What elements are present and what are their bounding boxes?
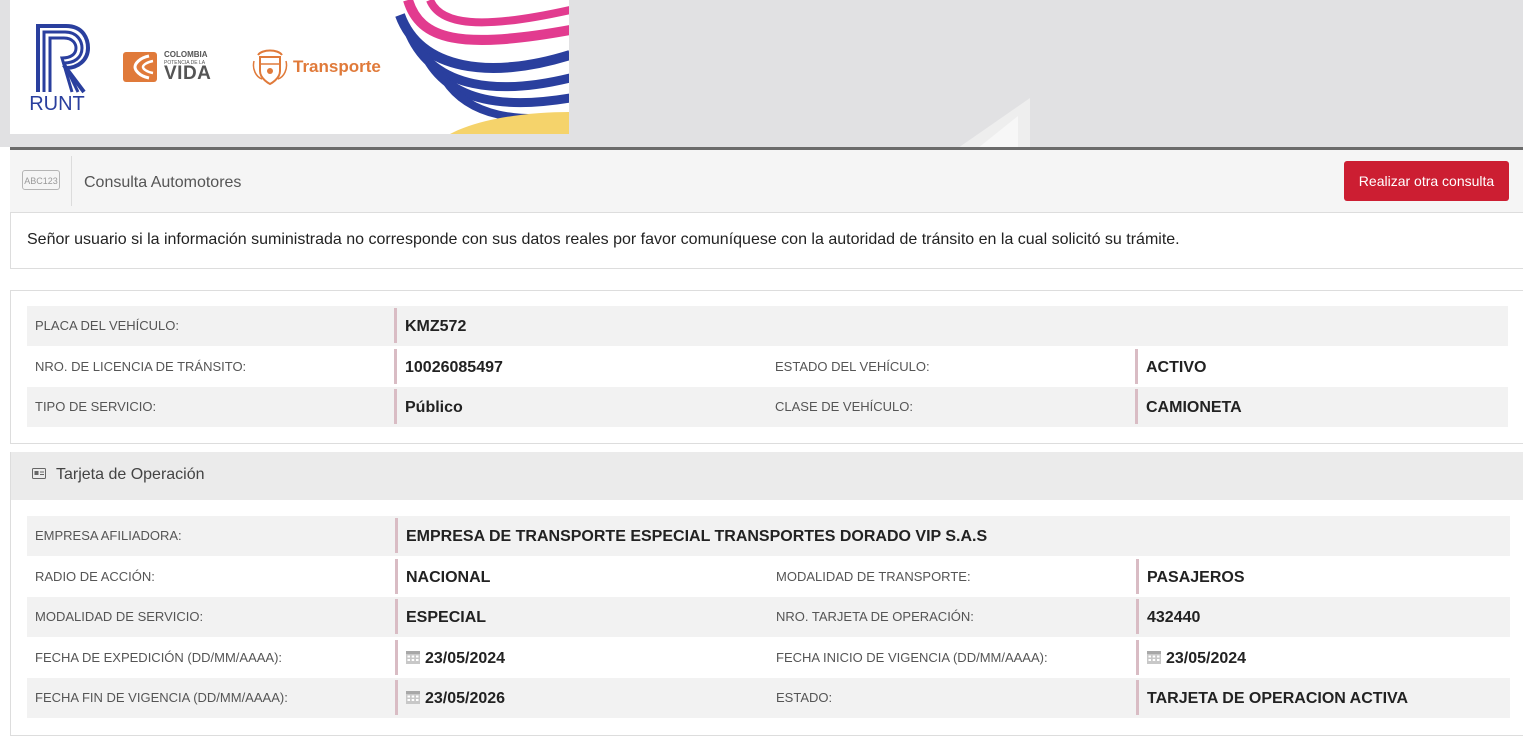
new-query-button[interactable]: Realizar otra consulta (1344, 161, 1509, 201)
fecha-expedicion-label: FECHA DE EXPEDICIÓN (DD/MM/AAAA): (35, 650, 283, 665)
table-row: FECHA FIN DE VIGENCIA (DD/MM/AAAA): 23/0… (27, 678, 1510, 718)
licencia-label: NRO. DE LICENCIA DE TRÁNSITO: (35, 359, 247, 374)
mod-transporte-value: PASAJEROS (1147, 569, 1245, 586)
servicio-label: TIPO DE SERVICIO: (35, 399, 157, 414)
fecha-fin-value: 23/05/2026 (425, 690, 506, 707)
fecha-inicio-value: 23/05/2024 (1166, 650, 1247, 667)
value-marker (395, 599, 398, 634)
table-row: TIPO DE SERVICIO: Público CLASE DE VEHÍC… (27, 387, 1508, 427)
fecha-inicio-label: FECHA INICIO DE VIGENCIA (DD/MM/AAAA): (776, 650, 1048, 665)
divider (71, 156, 72, 206)
value-marker (395, 518, 398, 553)
value-marker (394, 349, 397, 384)
mod-servicio-value: ESPECIAL (406, 609, 487, 626)
tarjeta-section-header: Tarjeta de Operación (10, 452, 1523, 500)
id-card-icon (32, 468, 46, 479)
value-marker (1135, 389, 1138, 424)
runt-wordmark: RUNT (29, 93, 85, 115)
nro-tarjeta-label: NRO. TARJETA DE OPERACIÓN: (776, 609, 974, 624)
calendar-icon (406, 651, 420, 664)
fecha-expedicion-value: 23/05/2024 (425, 650, 506, 667)
flag-waves-graphic (395, 0, 569, 134)
table-row: RADIO DE ACCIÓN: NACIONAL MODALIDAD DE T… (27, 557, 1510, 597)
fecha-expedicion-field: 23/05/2024 (406, 638, 505, 678)
colombia-coat-of-arms-icon (252, 49, 288, 86)
vida-text: VIDA (164, 63, 212, 84)
radio-label: RADIO DE ACCIÓN: (35, 569, 155, 584)
calendar-icon (406, 691, 420, 704)
estado-vehiculo-value: ACTIVO (1146, 359, 1207, 376)
notice-text: Señor usuario si la información suminist… (27, 231, 1180, 248)
clase-label: CLASE DE VEHÍCULO: (775, 399, 913, 414)
table-row: EMPRESA AFILIADORA: EMPRESA DE TRANSPORT… (27, 516, 1510, 556)
value-marker (395, 559, 398, 594)
value-marker (1135, 349, 1138, 384)
vehicle-info-panel: PLACA DEL VEHÍCULO: KMZ572 NRO. DE LICEN… (10, 290, 1523, 444)
colombia-text: COLOMBIA (164, 50, 208, 59)
user-notice: Señor usuario si la información suminist… (10, 213, 1523, 269)
table-row: PLACA DEL VEHÍCULO: KMZ572 (27, 306, 1508, 346)
estado-tarjeta-label: ESTADO: (776, 690, 833, 705)
value-marker (395, 680, 398, 715)
nro-tarjeta-value: 432440 (1147, 609, 1201, 626)
consulta-header: ABC123 Consulta Automotores Realizar otr… (10, 150, 1523, 213)
page-title: Consulta Automotores (84, 174, 242, 191)
fecha-inicio-field: 23/05/2024 (1147, 638, 1246, 678)
table-row: NRO. DE LICENCIA DE TRÁNSITO: 1002608549… (27, 347, 1508, 387)
section-title: Tarjeta de Operación (56, 466, 205, 483)
placa-value: KMZ572 (405, 318, 467, 335)
estado-vehiculo-label: ESTADO DEL VEHÍCULO: (775, 359, 930, 374)
mod-transporte-label: MODALIDAD DE TRANSPORTE: (776, 569, 971, 584)
placa-label: PLACA DEL VEHÍCULO: (35, 318, 180, 333)
decorative-triangles (959, 98, 1030, 147)
tarjeta-info-panel: EMPRESA AFILIADORA: EMPRESA DE TRANSPORT… (10, 500, 1523, 736)
value-marker (1136, 559, 1139, 594)
value-marker (395, 640, 398, 675)
transporte-wordmark: Transporte (293, 57, 381, 76)
empresa-label: EMPRESA AFILIADORA: (35, 528, 182, 543)
fecha-fin-label: FECHA FIN DE VIGENCIA (DD/MM/AAAA): (35, 690, 288, 705)
fecha-fin-field: 23/05/2026 (406, 678, 505, 718)
value-marker (1136, 640, 1139, 675)
value-marker (394, 389, 397, 424)
table-row: MODALIDAD DE SERVICIO: ESPECIAL NRO. TAR… (27, 597, 1510, 637)
radio-value: NACIONAL (406, 569, 491, 586)
calendar-icon (1147, 651, 1161, 664)
colombia-potencia-logo (123, 52, 157, 82)
licencia-value: 10026085497 (405, 359, 503, 376)
servicio-value: Público (405, 399, 463, 416)
table-row: FECHA DE EXPEDICIÓN (DD/MM/AAAA): 23/05/… (27, 638, 1510, 678)
value-marker (394, 308, 397, 343)
header-banner: RUNT COLOMBIA POTENCIA DE LA VIDA Transp… (0, 0, 1523, 147)
license-plate-icon: ABC123 (22, 170, 60, 190)
mod-servicio-label: MODALIDAD DE SERVICIO: (35, 609, 204, 624)
value-marker (1136, 680, 1139, 715)
estado-tarjeta-value: TARJETA DE OPERACION ACTIVA (1147, 690, 1409, 707)
clase-value: CAMIONETA (1146, 399, 1242, 416)
logo-area: RUNT COLOMBIA POTENCIA DE LA VIDA Transp… (10, 0, 569, 134)
empresa-value: EMPRESA DE TRANSPORTE ESPECIAL TRANSPORT… (406, 528, 988, 545)
value-marker (1136, 599, 1139, 634)
